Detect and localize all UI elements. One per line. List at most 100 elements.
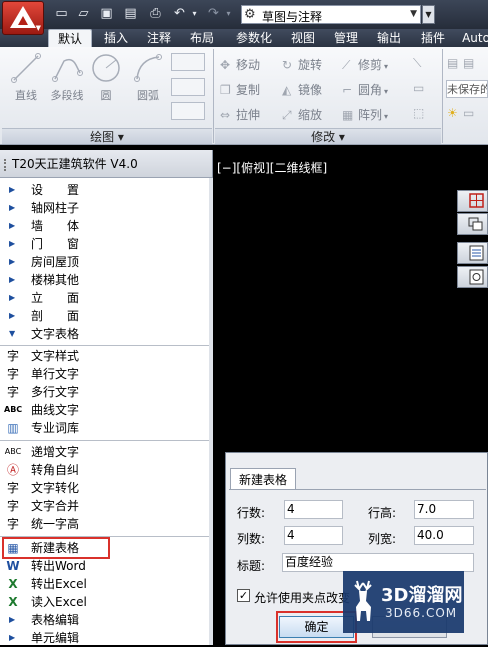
dropdown-arrow-icon: ▼ xyxy=(35,24,41,32)
trim-tool-button[interactable]: ⟋ 修剪 ▾ xyxy=(342,56,388,74)
copy-tool-button[interactable]: ❐ 复制 xyxy=(220,81,260,99)
save-as-icon[interactable]: ▤ xyxy=(121,5,140,23)
palette-title: T20天正建筑软件 V4.0 xyxy=(12,157,138,171)
tab-manage[interactable]: 管理 xyxy=(326,29,366,47)
deer-logo-icon xyxy=(354,580,372,621)
tab-output[interactable]: 输出 xyxy=(369,29,409,47)
chevron-down-icon: ▾ xyxy=(384,112,389,121)
menu-text-merge[interactable]: 字文字合并 xyxy=(0,497,209,515)
layer-properties-icon[interactable]: ▤ ▤ xyxy=(447,56,479,74)
menu-elevation[interactable]: ▶ 立 面 xyxy=(0,289,209,307)
excel-import-icon: X xyxy=(8,595,18,609)
layer-toolbar-icon[interactable] xyxy=(457,213,488,235)
polyline-tool-button[interactable]: 多段线 xyxy=(46,51,88,111)
tab-plugins[interactable]: 插件 xyxy=(413,29,453,47)
menu-axis-columns[interactable]: ▶ 轴网柱子 xyxy=(0,199,209,217)
menu-export-word[interactable]: W 转出Word xyxy=(0,557,209,575)
expand-arrow-icon: ▶ xyxy=(9,293,16,302)
customize-quick-access-icon[interactable]: ▼ xyxy=(422,5,435,24)
hatch-tool-icon[interactable] xyxy=(171,102,205,120)
menu-unify-height[interactable]: 字统一字高 xyxy=(0,515,209,533)
menu-professional-glossary[interactable]: ▥ 专业词库 xyxy=(0,419,209,437)
modify-panel-title[interactable]: 修改 ▾ xyxy=(215,128,441,144)
mirror-tool-button[interactable]: ◭ 镜像 xyxy=(282,81,322,99)
viewport-controls[interactable]: [−][俯视][二维线框] xyxy=(217,159,327,176)
expand-arrow-icon: ▶ xyxy=(9,311,16,320)
tab-annotate[interactable]: 注释 xyxy=(139,29,179,47)
scale-tool-button[interactable]: ⤢ 缩放 xyxy=(282,106,322,124)
menu-table-edit[interactable]: ▶ 表格编辑 xyxy=(0,611,209,629)
application-menu-button[interactable]: ▼ xyxy=(2,1,44,35)
menu-section[interactable]: ▶ 剖 面 xyxy=(0,307,209,325)
menu-multiline-text[interactable]: 字多行文字 xyxy=(0,383,209,401)
excel-export-icon: X xyxy=(8,577,18,591)
menu-export-excel[interactable]: X 转出Excel xyxy=(0,575,209,593)
lightbulb-icon[interactable]: ☀ ▭ xyxy=(447,106,479,124)
tab-parametric[interactable]: 参数化 xyxy=(228,29,280,47)
unify-height-icon: 字 xyxy=(6,517,19,531)
grip-icon[interactable] xyxy=(4,158,10,171)
properties-toolbar-icon[interactable] xyxy=(457,242,488,264)
title-input[interactable]: 百度经验 xyxy=(282,553,474,572)
rotate-tool-button[interactable]: ↻ 旋转 xyxy=(282,56,322,74)
line-tool-button[interactable]: 直线 xyxy=(7,51,45,111)
menu-text-style[interactable]: 字文字样式 xyxy=(0,347,209,365)
draw-panel-title[interactable]: 绘图 ▾ xyxy=(2,128,212,144)
circle-tool-button[interactable]: 圆 xyxy=(89,51,123,111)
menu-settings[interactable]: ▶ 设 置 xyxy=(0,181,209,199)
menu-text-convert[interactable]: 字文字转化 xyxy=(0,479,209,497)
array-tool-button[interactable]: ▦ 阵列 ▾ xyxy=(342,106,388,124)
row-height-input[interactable]: 7.0 xyxy=(414,500,474,519)
rectangle-tool-icon[interactable] xyxy=(171,53,205,71)
layer-state-dropdown[interactable]: 未保存的 xyxy=(446,80,488,98)
fillet-icon: ⌐ xyxy=(342,83,353,97)
mirror-icon: ◭ xyxy=(282,83,292,97)
arc-tool-button[interactable]: 圆弧 xyxy=(130,51,166,111)
ellipse-tool-icon[interactable] xyxy=(171,78,205,96)
open-folder-icon[interactable]: ▱ xyxy=(74,5,93,23)
menu-angle-correct[interactable]: Ⓐ 转角自纠 xyxy=(0,461,209,479)
dialog-tab-new-table[interactable]: 新建表格 xyxy=(230,468,296,490)
tab-insert[interactable]: 插入 xyxy=(96,29,136,47)
view-toolbar-icon[interactable] xyxy=(457,266,488,288)
menu-room-roof[interactable]: ▶ 房间屋顶 xyxy=(0,253,209,271)
menu-walls[interactable]: ▶ 墙 体 xyxy=(0,217,209,235)
menu-import-excel[interactable]: X 读入Excel xyxy=(0,593,209,611)
stretch-tool-button[interactable]: ⇔ 拉伸 xyxy=(220,106,260,124)
col-width-label: 列宽: xyxy=(368,532,397,546)
redo-dropdown-icon[interactable]: ▾ xyxy=(219,5,238,23)
modify-extra-icon-3[interactable]: ⬚ xyxy=(413,106,429,124)
menu-increment-text[interactable]: ABC 递增文字 xyxy=(0,443,209,461)
save-icon[interactable]: ▣ xyxy=(97,5,116,23)
tab-autodesk[interactable]: Auto xyxy=(456,29,488,47)
collapse-arrow-icon: ▼ xyxy=(9,329,16,338)
stretch-icon: ⇔ xyxy=(220,108,231,122)
menu-text-table[interactable]: ▼ 文字表格 xyxy=(0,325,209,343)
palette-title-bar[interactable]: T20天正建筑软件 V4.0 xyxy=(0,150,212,178)
rows-input[interactable]: 4 xyxy=(284,500,343,519)
curve-text-icon: ABC xyxy=(4,405,23,414)
move-tool-button[interactable]: ✥ 移动 xyxy=(220,56,260,74)
fillet-tool-button[interactable]: ⌐ 圆角 ▾ xyxy=(342,81,388,99)
menu-curve-text[interactable]: ABC 曲线文字 xyxy=(0,401,209,419)
tab-layout[interactable]: 布局 xyxy=(182,29,222,47)
col-width-input[interactable]: 40.0 xyxy=(414,526,474,545)
modify-extra-icon-2[interactable]: ▭ xyxy=(413,81,429,99)
undo-dropdown-icon[interactable]: ▾ xyxy=(185,5,204,23)
menu-stairs-other[interactable]: ▶ 楼梯其他 xyxy=(0,271,209,289)
grip-change-label: 允许使用夹点改变 xyxy=(254,591,351,605)
table-toolbar-icon[interactable] xyxy=(457,190,488,212)
menu-cell-edit[interactable]: ▶ 单元编辑 xyxy=(0,629,209,647)
new-file-icon[interactable]: ▭ xyxy=(52,5,71,23)
circle-icon xyxy=(92,54,120,82)
print-icon[interactable]: ⎙ xyxy=(146,5,165,23)
tab-view[interactable]: 视图 xyxy=(283,29,323,47)
grip-change-checkbox[interactable]: ✓ xyxy=(237,589,250,602)
workspace-selector[interactable]: ⚙ 草图与注释 ▼ xyxy=(241,5,421,24)
menu-doors-windows[interactable]: ▶ 门 窗 xyxy=(0,235,209,253)
menu-single-line-text[interactable]: 字单行文字 xyxy=(0,365,209,383)
tab-default[interactable]: 默认 xyxy=(48,29,92,47)
modify-extra-icon-1[interactable]: ⟍ xyxy=(413,56,429,74)
new-table-highlight-box xyxy=(2,537,110,559)
cols-input[interactable]: 4 xyxy=(284,526,343,545)
